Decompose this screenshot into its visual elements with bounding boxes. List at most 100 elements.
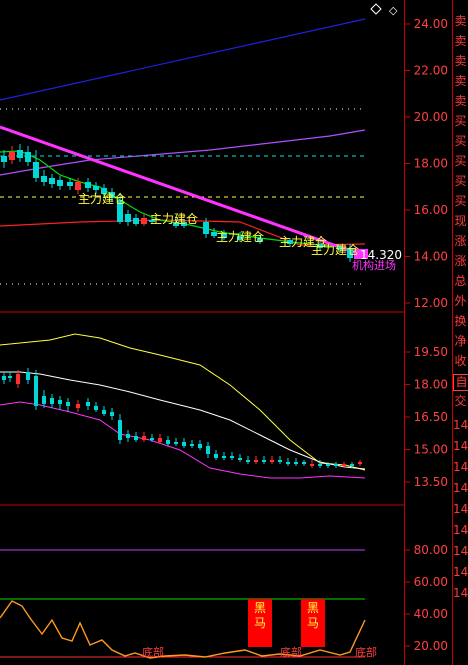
upper-band-line [0,333,366,471]
mid-candle-body [294,462,298,464]
top-panel: ◇ 14.320 主力建仓 主力建仓 主力建仓 主力建仓 主力建仓 机构进场 [0,3,402,285]
mid-y-tick-label: 18.00 [414,378,448,392]
side-label: 外 [454,294,467,308]
violet-line [0,129,366,176]
mid-y-tick-label: 19.50 [414,345,448,359]
candle-body [9,152,15,160]
side-label: 换 [454,314,467,328]
mid-candle-body [318,464,322,466]
candle-body [133,218,139,224]
mid-candle-body [302,462,306,464]
side-label: 14 [453,460,468,474]
mid-candle-body [262,460,266,462]
signal-label-2: 主力建仓 [150,212,198,226]
side-label: 卖 [454,14,467,28]
mid-candle-body [76,404,80,408]
mid-candle-body [358,462,362,464]
mid-candle-body [16,374,20,384]
side-label: 买 [454,194,467,208]
bottom-label-1: 底部 [142,645,164,659]
mid-candle-body [50,398,54,404]
mid-candle-body [94,406,98,410]
mid-candle-body [34,376,38,406]
mid-candles [2,368,362,468]
candle-body [41,176,47,182]
candle-body [49,178,55,184]
black-horse-label-2a: 黑 [307,601,319,615]
side-info-column: 卖卖卖卖卖买买买买买现涨涨总外换净收自交 14 14 14 14 14 14 14 14 14 [453,0,468,665]
signal-label-3: 主力建仓 [216,230,264,244]
bottom-label-3: 底部 [355,645,377,659]
mid-candle-body [158,438,162,442]
bottom-y-tick-label: 80.00 [414,543,448,557]
side-label: 卖 [454,34,467,48]
side-label: 交 [454,394,467,408]
side-label: 现 [454,214,467,228]
top-y-tick-label: 24.00 [414,17,448,31]
candle-body [33,162,39,178]
mid-candle-body [286,462,290,464]
candle-body [85,182,91,188]
candle-body [67,182,73,186]
mid-candle-body [254,460,258,462]
mid-candle-body [86,402,90,406]
lower-band-line [0,401,366,479]
mid-candle-body [8,376,12,378]
bottom-label-2: 底部 [280,645,302,659]
mid-candle-body [270,460,274,462]
top-y-tick-label: 12.00 [414,296,448,310]
side-label: 14 [453,586,468,600]
diamond-outline-icon[interactable] [370,3,382,15]
bottom-y-axis: 80.00 60.00 40.00 20.00 [405,543,448,653]
mid-candle-body [238,458,242,460]
black-horse-label-2b: 马 [307,616,319,630]
candle-body [25,152,31,162]
side-label: 买 [454,134,467,148]
side-label: 卖 [454,54,467,68]
side-label: 涨 [454,254,467,268]
middle-band-line [0,371,366,470]
top-y-axis: 24.00 22.00 20.00 18.00 16.00 14.00 12.00 [405,17,448,310]
panel-frame [0,0,453,665]
mid-candle-body [134,436,138,440]
side-label: 14 [453,481,468,495]
bottom-y-tick-label: 40.00 [414,607,448,621]
side-label: 卖 [454,74,467,88]
top-y-tick-label: 18.00 [414,157,448,171]
mid-y-axis: 19.50 18.00 16.50 15.00 13.50 [405,345,448,489]
mid-candle-body [342,464,346,466]
side-label: 收 [454,354,467,368]
mid-candle-body [174,442,178,444]
candle-body [203,222,209,234]
side-label: 14 [453,502,468,516]
side-label: 净 [454,334,467,348]
mid-candle-body [102,410,106,414]
mid-candle-body [58,400,62,404]
signal-label-5: 主力建仓 [311,243,359,257]
candle-body [17,150,23,158]
mid-panel [0,333,366,479]
black-horse-label-1b: 马 [254,616,266,630]
mid-candle-body [66,402,70,406]
mid-candle-body [190,444,194,446]
mid-candle-body [2,376,6,380]
mid-candle-body [110,412,114,416]
mid-y-tick-label: 16.50 [414,410,448,424]
mid-candle-body [206,446,210,454]
candle-body [1,156,7,162]
mid-candle-body [26,372,30,380]
mid-candle-body [278,460,282,462]
side-label: 14 [453,565,468,579]
top-y-tick-label: 20.00 [414,110,448,124]
mid-candle-body [310,464,314,466]
chart-canvas: 24.00 22.00 20.00 18.00 16.00 14.00 12.00 19.5… [0,0,453,665]
candle-body [93,186,99,190]
mid-candle-body [230,456,234,458]
mid-candle-body [150,438,154,440]
side-label: 14 [453,439,468,453]
side-label: 14 [453,544,468,558]
side-label: 买 [454,114,467,128]
side-label: 涨 [454,234,467,248]
candle-body [141,218,147,224]
menu-dot[interactable]: ◇ [389,4,398,17]
